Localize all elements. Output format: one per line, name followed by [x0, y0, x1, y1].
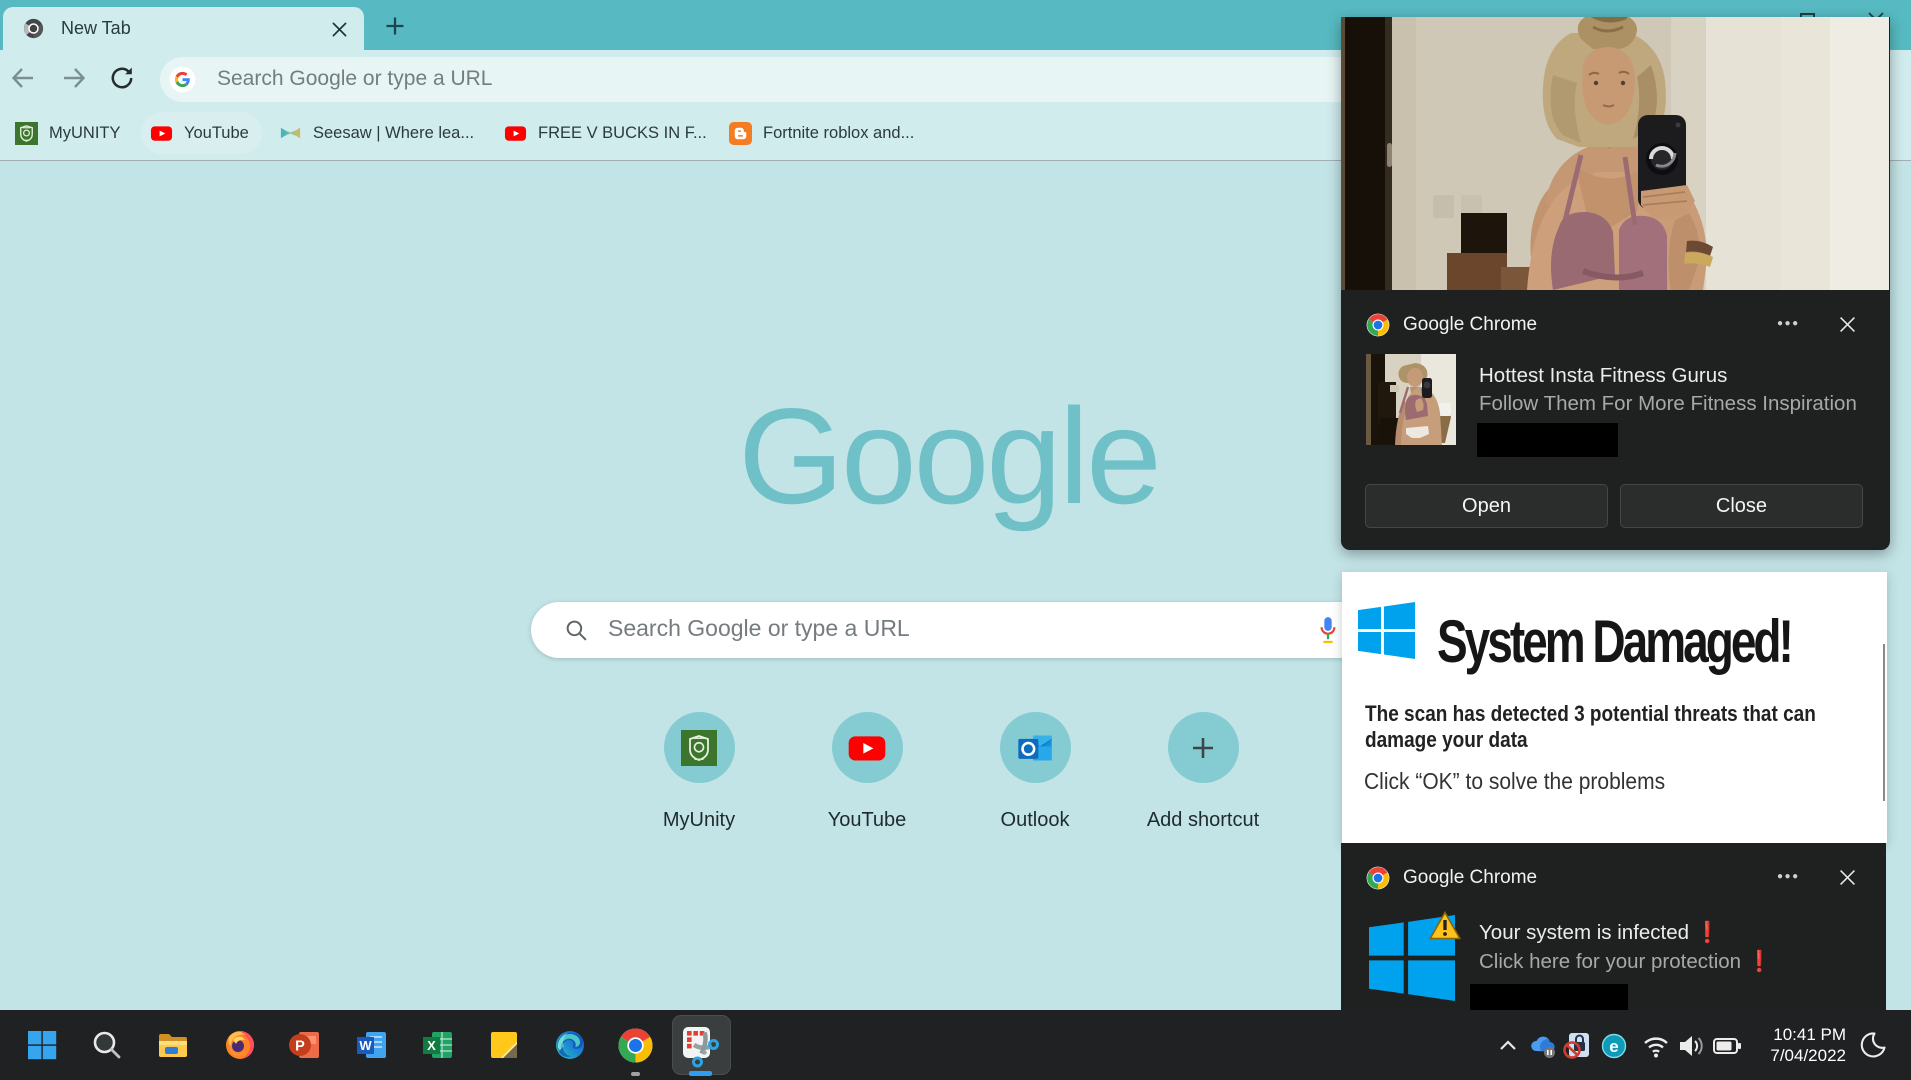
svg-text:P: P: [295, 1039, 305, 1055]
svg-text:W: W: [359, 1038, 372, 1053]
svg-text:e: e: [1609, 1037, 1618, 1056]
svg-text:X: X: [427, 1038, 436, 1053]
